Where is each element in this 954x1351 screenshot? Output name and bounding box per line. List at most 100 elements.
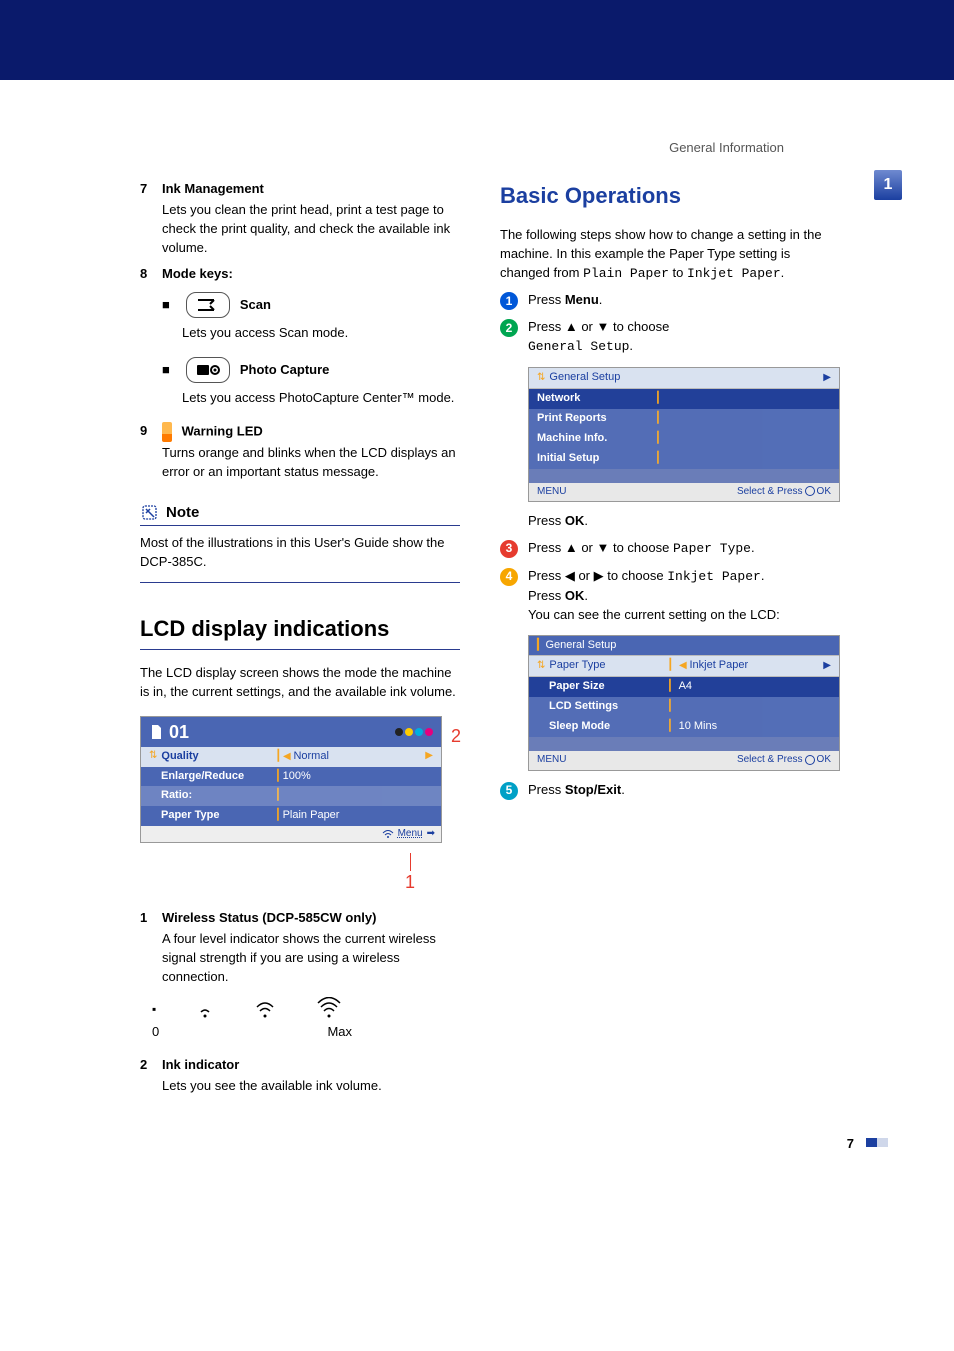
photo-capture-icon [186,357,230,383]
page-number: 7 [847,1136,854,1151]
step-text: Press ▲ or ▼ to choose [528,540,673,555]
step-text: . [629,338,633,353]
lcd-ok: OK [817,754,831,765]
step-2-ok: Press OK. [528,512,840,531]
wifi-level-1-icon [196,1001,214,1019]
lcd-row-label: Quality [161,749,275,765]
chapter-tab: 1 [874,170,902,200]
lcd-row-label: Paper Type [549,658,667,674]
step-text: Press [528,292,565,307]
ink-indicator-icon [395,728,433,736]
mode-label: Scan [240,296,271,315]
step-text: Press [528,513,565,528]
list-item-7: 7 Ink Management Lets you clean the prin… [140,180,460,257]
lcd-menu-label: MENU [537,485,566,500]
step-number-icon: 5 [500,782,518,800]
step-bold: Stop/Exit [565,782,621,797]
document-icon [149,724,163,740]
intro-post: . [781,265,785,280]
list-item-8: 8 Mode keys: [140,265,460,284]
lcd-row-label: Paper Size [549,679,667,695]
page-end-mark-icon [866,1138,888,1147]
callout-2: 2 [451,723,461,749]
item-number: 2 [140,1056,162,1096]
note-icon [140,503,160,521]
step-bold: Menu [565,292,599,307]
step-code: Paper Type [673,541,751,556]
lcd-hint: Select & Press [737,486,803,497]
left-column: 7 Ink Management Lets you clean the prin… [140,180,460,1103]
wifi-icon [382,829,394,839]
step-text: Press [528,782,565,797]
bullet-icon: ■ [162,296,170,315]
step-bold: OK [565,588,585,603]
lcd-hint: Select & Press [737,754,803,765]
note-block: Note Most of the illustrations in this U… [140,502,460,583]
lcd-intro-text: The LCD display screen shows the mode th… [140,664,460,702]
lcd-row-value: Inkjet Paper [689,659,748,671]
item-desc: Lets you clean the print head, print a t… [162,201,460,258]
lcd-header: General Setup [545,638,616,654]
wifi-max-label: Max [327,1023,352,1042]
step-text: . [584,513,588,528]
bullet-icon: ■ [162,361,170,380]
step-bold: OK [565,513,585,528]
warning-led-icon [162,422,172,442]
item-desc: Lets you see the available ink volume. [162,1077,460,1096]
lcd-row-value: 100% [283,769,433,785]
lcd-row: Network [537,391,655,407]
section-heading-basic-ops: Basic Operations [500,180,840,212]
section-heading-lcd: LCD display indications [140,613,460,650]
lcd-row-label: Sleep Mode [549,719,667,735]
step-text: Press ◀ or ▶ to choose [528,568,667,583]
item-title: Ink Management [162,180,460,199]
wifi-strength-icons: ▪ [152,995,460,1019]
step-number-icon: 2 [500,319,518,337]
lcd-ok: OK [817,486,831,497]
page-header-bar [0,0,954,80]
lcd-row-value: Plain Paper [283,808,433,824]
step-1: 1 Press Menu. [500,291,840,310]
step-code: General Setup [528,339,629,354]
callout-1: 1 [380,869,440,895]
lcd-foot-hint: Menu [398,827,423,842]
list-item-9: 9 Warning LED Turns orange and blinks wh… [140,422,460,482]
lcd-row-label: Ratio: [161,788,275,804]
step-number-icon: 4 [500,568,518,586]
note-body: Most of the illustrations in this User's… [140,534,460,583]
step-text: Press [528,588,565,603]
lcd-row-value: 10 Mins [671,719,831,735]
lcd-row: Print Reports [537,411,655,427]
item-title: Mode keys: [162,265,460,284]
lcd-row: Initial Setup [537,451,655,467]
item-number: 1 [140,909,162,986]
item-title: Warning LED [182,423,263,438]
right-column: Basic Operations The following steps sho… [500,180,840,1103]
step-text: . [751,540,755,555]
note-label: Note [166,502,199,524]
lcd-screenshot-1: ⇅General Setup▶ Network┃ Print Reports┃ … [528,367,840,502]
item-number: 7 [140,180,162,257]
lcd-header: General Setup [549,370,620,386]
list-item-ink: 2 Ink indicator Lets you see the availab… [140,1056,460,1096]
item-number: 8 [140,265,162,284]
lcd-row: Machine Info. [537,431,655,447]
item-title: Wireless Status (DCP-585CW only) [162,909,460,928]
mode-scan-block: ■ Scan Lets you access Scan mode. ■ Phot… [162,292,460,408]
step-text: . [599,292,603,307]
step-number-icon: 1 [500,292,518,310]
lcd-screenshot-2: ▎General Setup ⇅Paper Type┃◀ Inkjet Pape… [528,635,840,771]
step-text: . [584,588,588,603]
step-2: 2 Press ▲ or ▼ to choose General Setup. [500,318,840,357]
step-3: 3 Press ▲ or ▼ to choose Paper Type. [500,539,840,559]
item-desc: A four level indicator shows the current… [162,930,460,987]
mode-desc: Lets you access PhotoCapture Center™ mod… [182,389,460,408]
mode-label: Photo Capture [240,361,330,380]
running-header: General Information [140,140,894,155]
step-4: 4 Press ◀ or ▶ to choose Inkjet Paper. P… [500,567,840,625]
step-text: . [621,782,625,797]
intro-paragraph: The following steps show how to change a… [500,226,840,284]
wifi-level-3-icon [316,997,342,1019]
item-number: 9 [140,422,162,482]
lcd-row-label: Enlarge/Reduce [161,769,275,785]
